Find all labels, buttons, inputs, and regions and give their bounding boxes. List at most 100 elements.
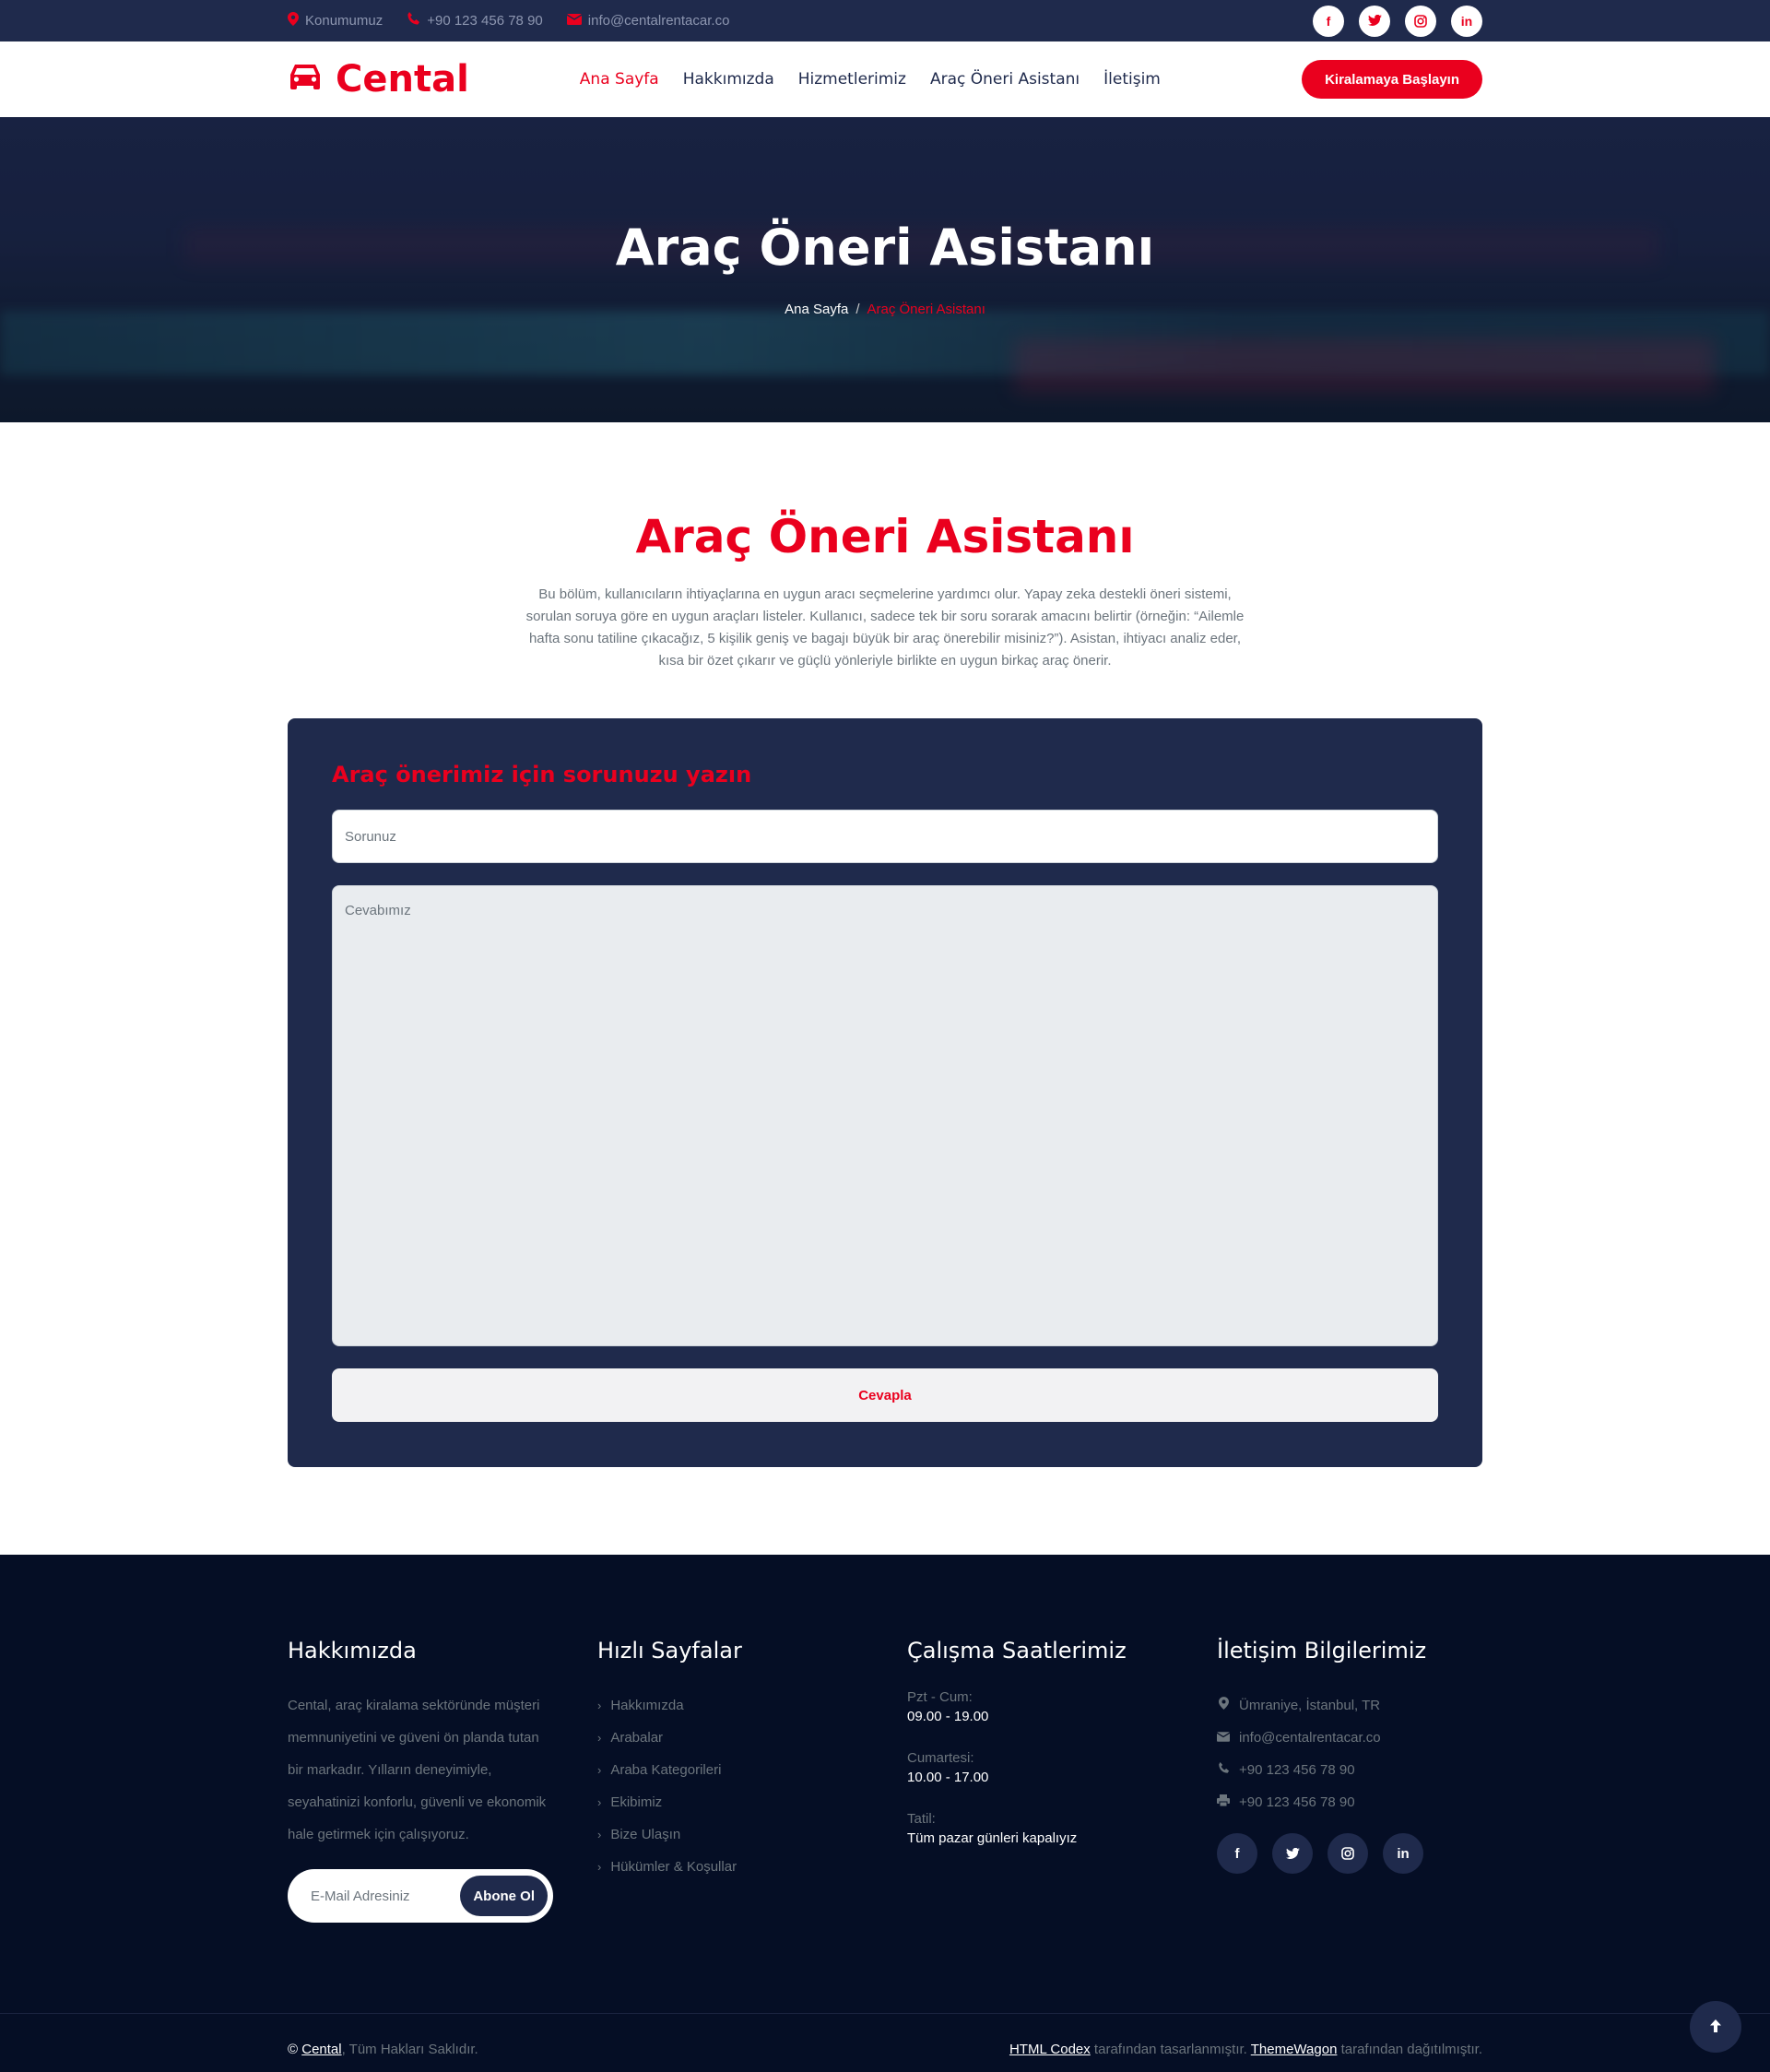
linkedin-icon[interactable]: in: [1451, 5, 1482, 37]
copyright-rights: , Tüm Hakları Saklıdır.: [341, 2041, 478, 2057]
breadcrumb-home[interactable]: Ana Sayfa: [785, 302, 848, 317]
chevron-right-icon: ›: [597, 1731, 602, 1745]
instagram-icon[interactable]: [1328, 1833, 1368, 1874]
contact-phone[interactable]: +90 123 456 78 90: [1217, 1754, 1482, 1786]
footer-about-title: Hakkımızda: [288, 1638, 417, 1664]
back-to-top-button[interactable]: [1690, 2001, 1741, 2053]
page-title: Araç Öneri Asistanı: [615, 219, 1155, 277]
page-header: Araç Öneri Asistanı Ana Sayfa / Araç Öneri…: [0, 117, 1770, 422]
contact-email[interactable]: info@centalrentacar.co: [1216, 1722, 1482, 1754]
footer-contact: İletişim Bilgilerimiz Ümraniye, İstanbul…: [1216, 1638, 1482, 1923]
arrow-up-icon: [1709, 2015, 1722, 2039]
footer-hours-title: Çalışma Saatlerimiz: [907, 1638, 1127, 1664]
nav-item-services[interactable]: Hizmetlerimiz: [798, 70, 906, 89]
contact-phone-text: +90 123 456 78 90: [1239, 1762, 1355, 1778]
chevron-right-icon: ›: [597, 1828, 602, 1841]
contact-address-text: Ümraniye, İstanbul, TR: [1239, 1698, 1381, 1713]
footer-quick-title: Hızlı Sayfalar: [597, 1638, 742, 1664]
footer-hours: Çalışma Saatlerimiz Pzt - Cum: 09.00 - 1…: [907, 1638, 1173, 1923]
breadcrumb-separator: /: [856, 302, 860, 317]
quick-link-terms[interactable]: › Hükümler & Koşullar: [597, 1851, 863, 1883]
section-description: Bu bölüm, kullanıcıların ihtiyaçlarına e…: [525, 586, 1245, 669]
quick-link-label: Araba Kategorileri: [610, 1762, 722, 1778]
breadcrumb: Ana Sayfa / Araç Öneri Asistanı: [0, 302, 1770, 317]
envelope-icon: [566, 13, 583, 29]
phone-text: +90 123 456 78 90: [427, 13, 543, 29]
hours-value: 10.00 - 17.00: [907, 1770, 989, 1785]
chevron-right-icon: ›: [597, 1763, 602, 1777]
location-link[interactable]: Konumumuz: [288, 12, 383, 30]
assistant-form-card: Araç önerimiz için sorunuzu yazın Sorunu…: [288, 718, 1482, 1467]
printer-icon: [1217, 1786, 1230, 1818]
hours-label: Pzt - Cum:: [907, 1689, 973, 1705]
footer-about-text: Cental, araç kiralama sektöründe müşteri…: [288, 1698, 547, 1842]
twitter-icon[interactable]: [1359, 5, 1390, 37]
email-link[interactable]: info@centalrentacar.co: [566, 13, 730, 29]
hours-label: Cumartesi:: [907, 1750, 974, 1766]
nav-item-assistant[interactable]: Araç Öneri Asistanı: [930, 70, 1080, 89]
hours-value: Tüm pazar günleri kapalıyız: [907, 1830, 1078, 1846]
hours-value: 09.00 - 19.00: [907, 1709, 989, 1724]
map-marker-icon: [1217, 1689, 1230, 1722]
brand-logo[interactable]: Cental: [288, 58, 469, 101]
footer-quick-links: Hızlı Sayfalar › Hakkımızda › Arabalar › Ar…: [597, 1638, 863, 1923]
question-input[interactable]: Sorunuz: [332, 810, 1438, 863]
answer-placeholder: Cevabımız: [345, 903, 411, 918]
quick-link-about[interactable]: › Hakkımızda: [597, 1689, 863, 1722]
envelope-icon: [1216, 1722, 1231, 1754]
chevron-right-icon: ›: [597, 1699, 602, 1712]
newsletter-form: E-Mail Adresiniz Abone Ol: [288, 1869, 553, 1923]
designed-text: tarafından tasarlanmıştır.: [1090, 2041, 1251, 2057]
section-title: Araç Öneri Asistanı: [635, 510, 1135, 563]
newsletter-email-input[interactable]: E-Mail Adresiniz: [311, 1888, 410, 1904]
footer-about: Hakkımızda Cental, araç kiralama sektörü…: [288, 1638, 553, 1923]
footer: Hakkımızda Cental, araç kiralama sektörü…: [0, 1555, 1770, 2013]
distributed-text: tarafından dağıtılmıştır.: [1337, 2041, 1482, 2057]
contact-address[interactable]: Ümraniye, İstanbul, TR: [1217, 1689, 1482, 1722]
nav-item-contact[interactable]: İletişim: [1103, 70, 1161, 89]
phone-link[interactable]: +90 123 456 78 90: [407, 12, 543, 30]
copyright-left: © Cental, Tüm Hakları Saklıdır.: [288, 2042, 478, 2057]
facebook-icon[interactable]: f: [1217, 1833, 1257, 1874]
nav-item-home[interactable]: Ana Sayfa: [580, 70, 659, 89]
quick-link-cars[interactable]: › Arabalar: [597, 1722, 863, 1754]
top-bar: Konumumuz +90 123 456 78 90 info@centalr…: [0, 0, 1770, 41]
breadcrumb-current: Araç Öneri Asistanı: [867, 302, 985, 317]
question-placeholder: Sorunuz: [345, 828, 396, 845]
footer-contact-title: İletişim Bilgilerimiz: [1217, 1638, 1427, 1664]
main-navbar: Cental Ana Sayfa Hakkımızda Hizmetlerimi…: [0, 41, 1770, 117]
twitter-icon[interactable]: [1272, 1833, 1313, 1874]
hours-label: Tatil:: [907, 1811, 936, 1827]
brand-name: Cental: [336, 58, 469, 101]
quick-link-label: Hükümler & Koşullar: [610, 1859, 738, 1875]
quick-link-categories[interactable]: › Araba Kategorileri: [597, 1754, 863, 1786]
quick-link-team[interactable]: › Ekibimiz: [597, 1786, 863, 1818]
quick-link-label: Hakkımızda: [610, 1698, 684, 1713]
nav-menu: Ana Sayfa Hakkımızda Hizmetlerimiz Araç …: [580, 70, 1161, 89]
map-marker-icon: [288, 12, 299, 30]
assistant-section: Araç Öneri Asistanı Bu bölüm, kullanıcıl…: [0, 422, 1770, 1555]
quick-link-label: Arabalar: [610, 1730, 664, 1746]
start-rental-button[interactable]: Kiralamaya Başlayın: [1302, 60, 1482, 99]
facebook-icon[interactable]: f: [1313, 5, 1344, 37]
nav-item-about[interactable]: Hakkımızda: [683, 70, 774, 89]
contact-email-text: info@centalrentacar.co: [1239, 1730, 1381, 1746]
chevron-right-icon: ›: [597, 1860, 602, 1874]
quick-link-label: Bize Ulaşın: [610, 1827, 681, 1842]
quick-link-label: Ekibimiz: [610, 1794, 663, 1810]
contact-fax[interactable]: +90 123 456 78 90: [1217, 1786, 1482, 1818]
answer-button[interactable]: Cevapla: [332, 1368, 1438, 1422]
distributor-link[interactable]: ThemeWagon: [1251, 2042, 1338, 2057]
copyright-brand-link[interactable]: Cental: [301, 2042, 341, 2057]
car-icon: [288, 58, 323, 101]
copyright-right: HTML Codex tarafından tasarlanmıştır. Th…: [1009, 2042, 1482, 2057]
answer-textarea[interactable]: Cevabımız: [332, 885, 1438, 1346]
subscribe-button[interactable]: Abone Ol: [460, 1876, 548, 1916]
email-text: info@centalrentacar.co: [587, 13, 730, 29]
designer-link[interactable]: HTML Codex: [1009, 2042, 1091, 2057]
contact-fax-text: +90 123 456 78 90: [1239, 1794, 1355, 1810]
instagram-icon[interactable]: [1405, 5, 1436, 37]
copyright-icon: ©: [288, 2041, 299, 2057]
quick-link-contact[interactable]: › Bize Ulaşın: [597, 1818, 863, 1851]
linkedin-icon[interactable]: in: [1383, 1833, 1423, 1874]
